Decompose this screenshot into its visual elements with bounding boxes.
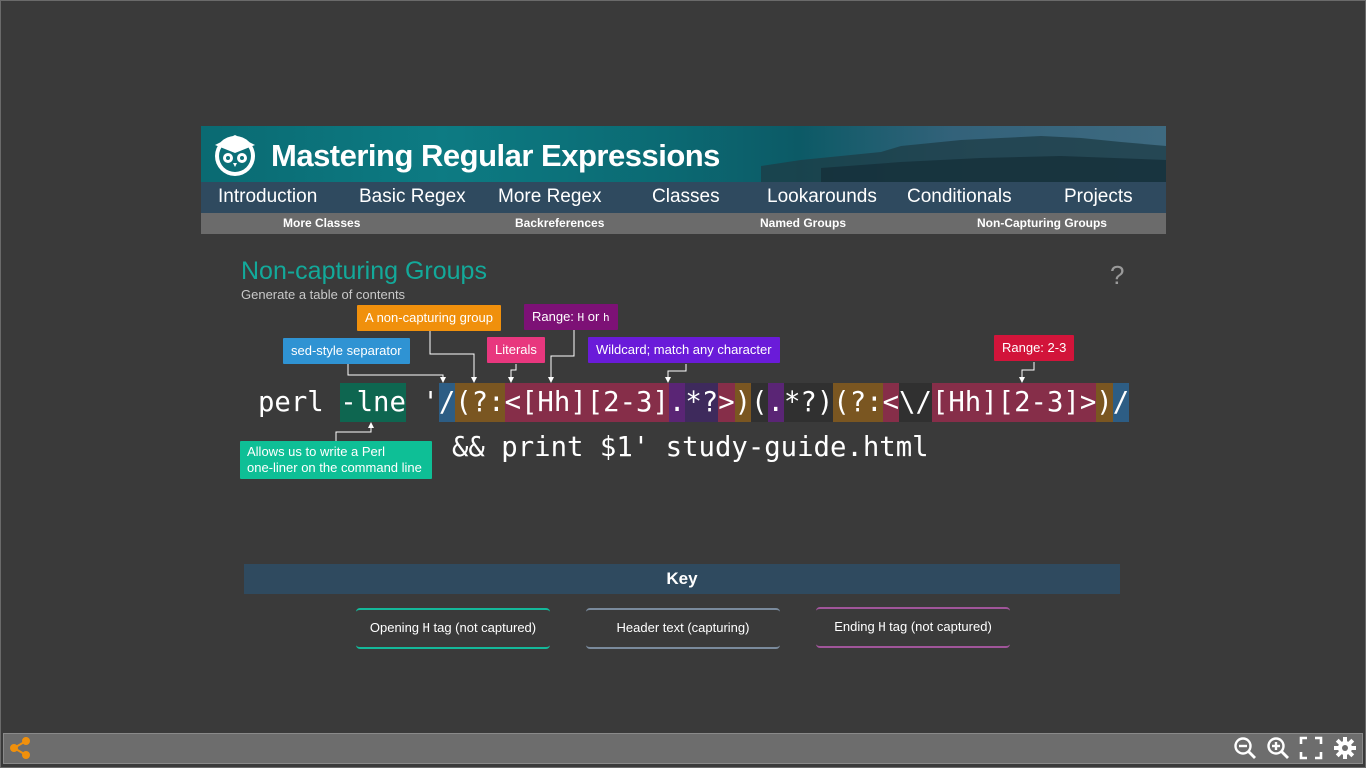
code-token-perl: perl xyxy=(258,387,324,418)
subnav-non-capturing-groups[interactable]: Non-Capturing Groups xyxy=(977,216,1107,230)
nav-lookarounds[interactable]: Lookarounds xyxy=(767,186,877,208)
nav-introduction[interactable]: Introduction xyxy=(218,186,317,208)
key-header: Key xyxy=(244,564,1120,594)
key-opening-tag: Opening H tag (not captured) xyxy=(356,608,550,649)
code-token-range: [2-3] xyxy=(586,383,669,422)
key-header-text-label: Header text (capturing) xyxy=(616,620,750,635)
page-title: Non-capturing Groups xyxy=(241,257,487,285)
code-token-literal: > xyxy=(718,383,735,422)
label-lne-explanation: Allows us to write a Perl one-liner on t… xyxy=(240,441,432,479)
code-token-escaped-slash: \/ xyxy=(899,383,932,422)
code-token-separator: / xyxy=(438,383,456,422)
subnav-more-classes[interactable]: More Classes xyxy=(283,216,360,230)
key-opening-pre: Opening xyxy=(369,620,423,635)
code-token-noncapture-close: ) xyxy=(1096,383,1113,422)
label-wildcard: Wildcard; match any character xyxy=(588,337,780,363)
share-icon[interactable] xyxy=(8,736,32,760)
code-token-wildcard: . xyxy=(668,383,686,422)
page-subtitle: Generate a table of contents xyxy=(241,287,406,302)
bottom-toolbar xyxy=(3,733,1363,764)
label-range-h: Range: H or h xyxy=(524,304,618,330)
page-banner-title: Mastering Regular Expressions xyxy=(271,138,720,173)
owl-logo xyxy=(215,135,255,176)
key-ending-tag: Ending H tag (not captured) xyxy=(816,607,1010,648)
code-token-wildcard: . xyxy=(767,383,784,422)
fullscreen-icon[interactable] xyxy=(1299,736,1323,760)
code-token-noncapture-open: (?: xyxy=(833,383,883,422)
key-ending-post: tag (not captured) xyxy=(885,619,992,634)
label-lne-line-1: Allows us to write a Perl xyxy=(247,444,385,459)
code-token-lazy: *? xyxy=(685,383,719,422)
nav-conditionals[interactable]: Conditionals xyxy=(907,186,1012,208)
code-token-quote: ' xyxy=(422,387,439,418)
code-token-class-hh: [Hh] xyxy=(931,383,998,422)
label-range-2-3: Range: 2-3 xyxy=(994,335,1075,361)
help-button[interactable]: ? xyxy=(1110,260,1124,291)
command-line: perl -lne '/(?:<[Hh][2-3].*?>)(.*?)(?:<\… xyxy=(258,383,1130,422)
key-ending-tag-letter: H xyxy=(878,620,886,634)
settings-icon[interactable] xyxy=(1333,736,1357,760)
nav-more-regex[interactable]: More Regex xyxy=(498,186,602,208)
nav-projects[interactable]: Projects xyxy=(1064,186,1133,208)
nav-basic-regex[interactable]: Basic Regex xyxy=(359,186,466,208)
zoom-out-icon[interactable] xyxy=(1233,736,1257,760)
code-token-noncapture-close: ) xyxy=(734,383,752,422)
label-literals: Literals xyxy=(487,337,545,363)
code-token-noncapture-open: (?: xyxy=(455,383,505,422)
key-ending-pre: Ending xyxy=(834,619,879,634)
command-line-continuation: && print $1' study-guide.html xyxy=(452,432,929,463)
code-token-range: [2-3] xyxy=(997,383,1080,422)
subnav-named-groups[interactable]: Named Groups xyxy=(760,216,846,230)
nav-classes[interactable]: Classes xyxy=(652,186,720,208)
key-header-text: Header text (capturing) xyxy=(586,608,780,649)
code-token-capture-open: ( xyxy=(751,383,768,422)
code-token-literal: > xyxy=(1079,383,1097,422)
code-token-class-hh: [Hh] xyxy=(521,383,587,422)
label-sed-separator: sed-style separator xyxy=(283,338,410,364)
key-opening-post: tag (not captured) xyxy=(429,620,537,635)
label-range-prefix: Range: xyxy=(532,309,578,324)
code-token-literal: < xyxy=(504,383,521,422)
key-opening-tag-letter: H xyxy=(422,621,430,635)
code-token-capture-close: ) xyxy=(816,383,834,422)
code-token-literal: < xyxy=(882,383,900,422)
zoom-in-icon[interactable] xyxy=(1266,736,1290,760)
label-non-capturing-group: A non-capturing group xyxy=(357,305,501,331)
code-token-separator: / xyxy=(1112,383,1130,422)
code-token-lazy: *? xyxy=(783,383,817,422)
label-range-h-lower: h xyxy=(602,311,610,324)
subnav-backreferences[interactable]: Backreferences xyxy=(515,216,604,230)
code-token-lne-flag: -lne xyxy=(340,383,406,422)
label-range-or: or xyxy=(584,309,603,324)
label-lne-line-2: one-liner on the command line xyxy=(247,460,422,475)
